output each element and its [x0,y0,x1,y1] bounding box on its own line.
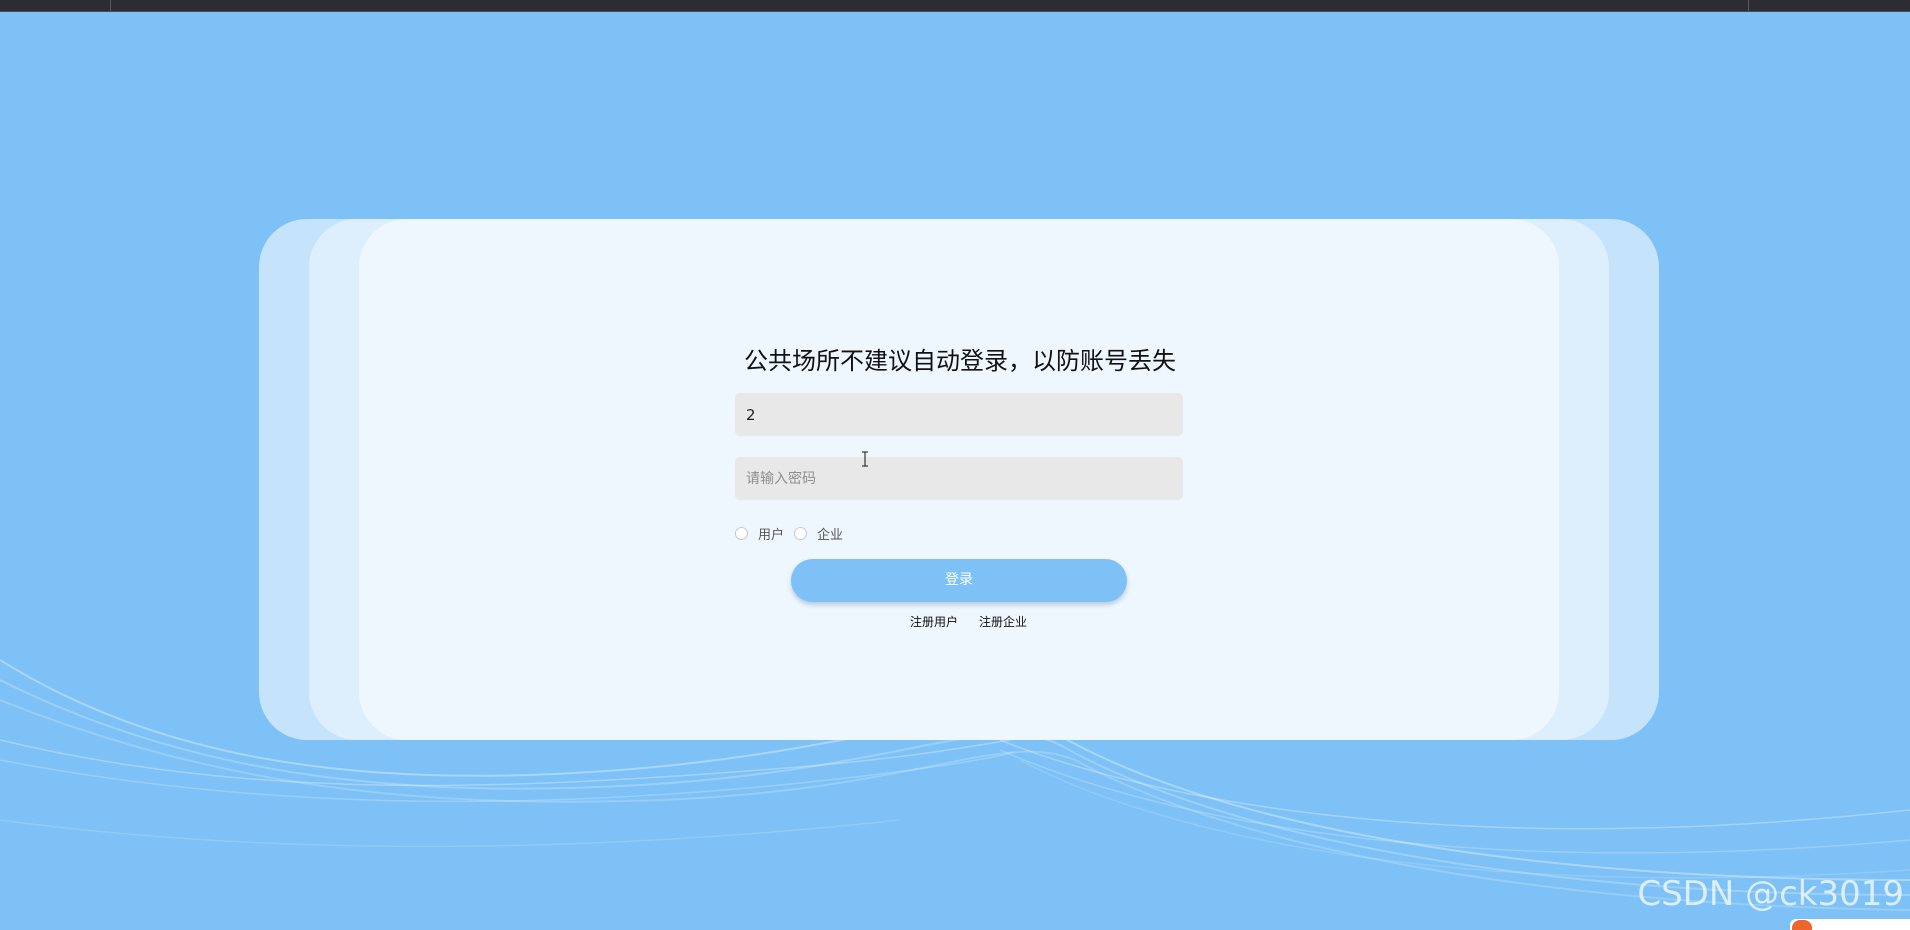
password-input[interactable] [735,457,1183,500]
register-company-link[interactable]: 注册企业 [979,613,1027,630]
csdn-logo-icon [1792,920,1812,930]
username-input[interactable] [735,393,1183,436]
login-title: 公共场所不建议自动登录，以防账号丢失 [744,347,1176,375]
register-user-link[interactable]: 注册用户 [910,613,958,630]
watermark: CSDN @ck3019 [1637,874,1904,914]
role-radio-group: 用户 企业 [735,524,853,543]
register-links: 注册用户 注册企业 [910,613,1027,630]
radio-company-label[interactable]: 企业 [817,524,843,543]
radio-user[interactable] [735,526,748,540]
text-cursor-icon [862,451,868,467]
login-button[interactable]: 登录 [791,559,1127,602]
radio-user-label[interactable]: 用户 [758,524,784,543]
radio-company[interactable] [794,526,808,540]
